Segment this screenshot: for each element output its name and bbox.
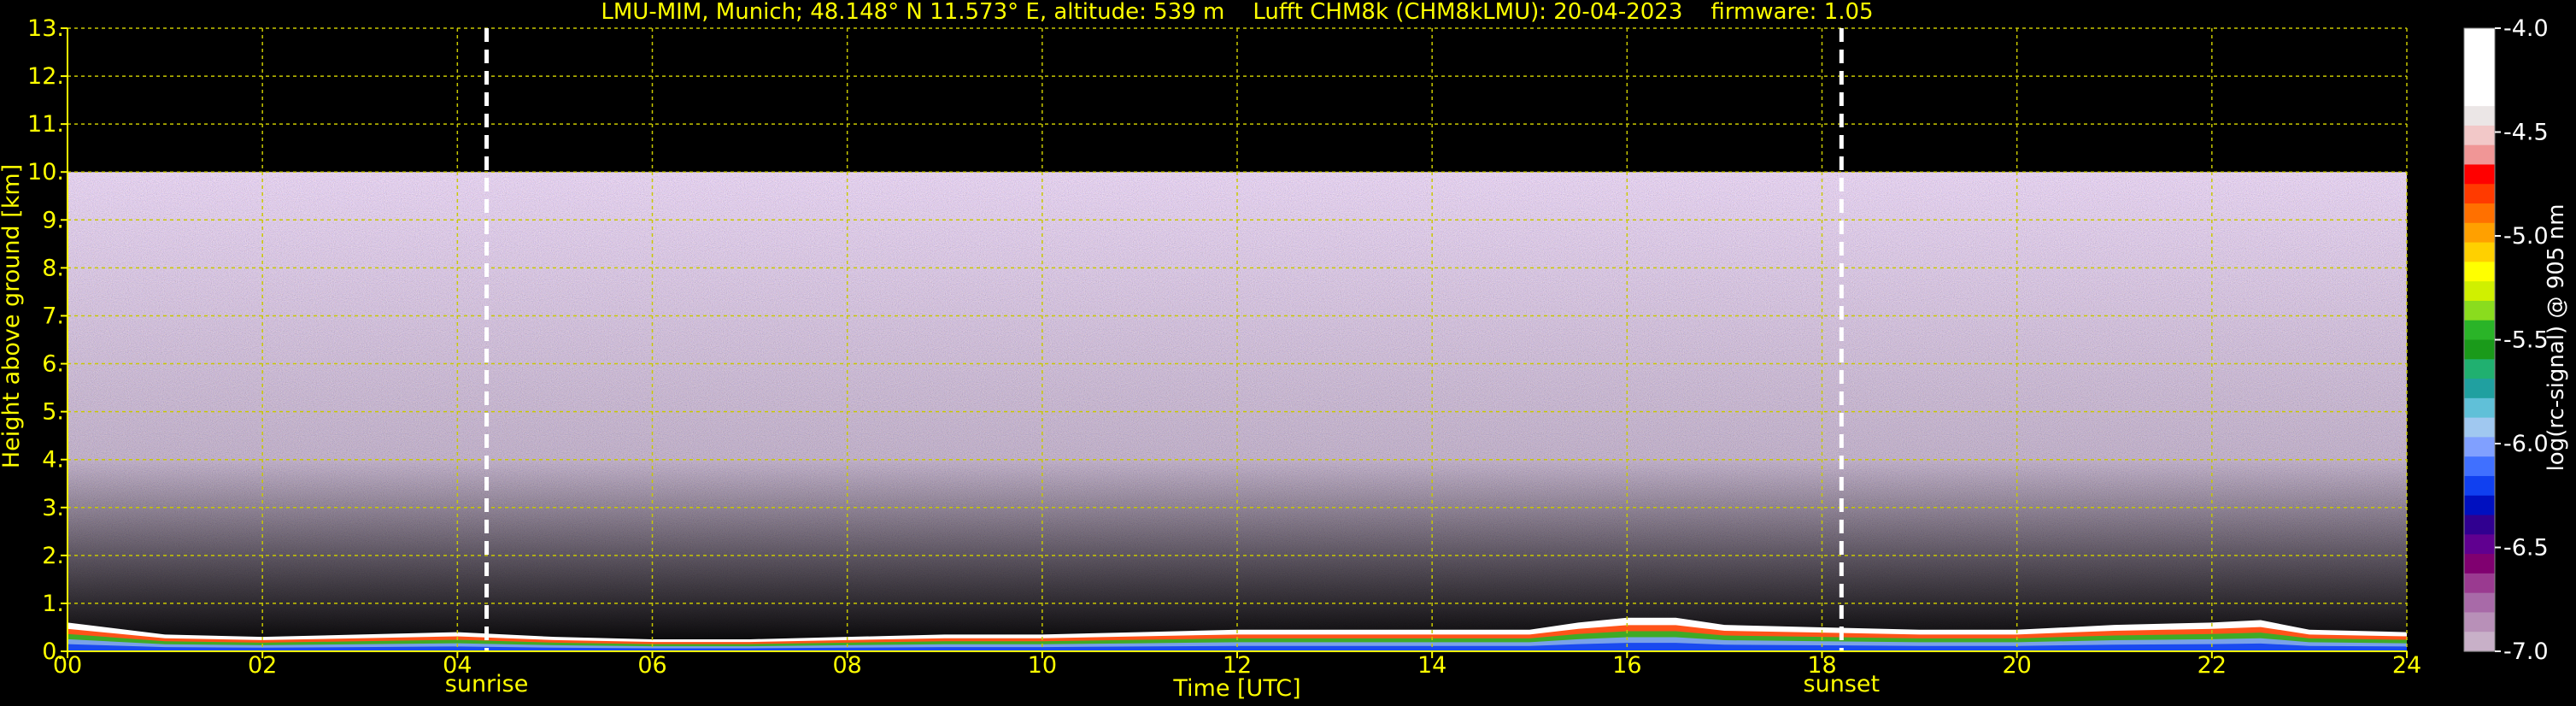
x-tick-label-12: 24 bbox=[2392, 652, 2421, 679]
colorbar-swatch-14 bbox=[2464, 300, 2495, 321]
y-tick-label-3: 3. bbox=[42, 495, 64, 521]
colorbar-tick-label-4: -6.0 bbox=[2503, 431, 2549, 457]
colorbar-swatch-6 bbox=[2464, 144, 2495, 166]
colorbar-swatch-3 bbox=[2464, 86, 2495, 107]
x-tick-label-3: 06 bbox=[637, 652, 666, 679]
colorbar-swatch-25 bbox=[2464, 515, 2495, 535]
colorbar-swatch-8 bbox=[2464, 184, 2495, 204]
colorbar-swatch-29 bbox=[2464, 592, 2495, 614]
x-tick-label-7: 14 bbox=[1417, 652, 1446, 679]
colorbar-swatch-18 bbox=[2464, 379, 2495, 399]
x-tick-label-10: 20 bbox=[2002, 652, 2031, 679]
y-tick-label-13: 13. bbox=[27, 15, 64, 42]
colorbar-swatch-23 bbox=[2464, 475, 2495, 497]
x-tick-label-4: 08 bbox=[832, 652, 861, 679]
colorbar-tick-label-2: -5.0 bbox=[2503, 223, 2549, 250]
colorbar-swatch-2 bbox=[2464, 67, 2495, 87]
ceilometer-chart: sunrise sunset 00 02 04 06 08 10 12 14 16 18 20 22 24… bbox=[0, 0, 2576, 706]
colorbar-tick-label-6: -7.0 bbox=[2503, 638, 2549, 665]
colorbar-swatch-17 bbox=[2464, 359, 2495, 379]
y-tick-label-6: 6. bbox=[42, 351, 64, 378]
colorbar-swatch-21 bbox=[2464, 437, 2495, 457]
x-tick-label-9: 18 bbox=[1807, 652, 1836, 679]
colorbar-swatch-16 bbox=[2464, 339, 2495, 360]
colorbar-swatch-31 bbox=[2464, 632, 2495, 652]
colorbar-tick-label-1: -4.5 bbox=[2503, 120, 2549, 146]
colorbar-swatch-30 bbox=[2464, 612, 2495, 632]
colorbar-swatch-13 bbox=[2464, 281, 2495, 302]
y-tick-label-11: 11. bbox=[27, 111, 64, 138]
colorbar-swatch-24 bbox=[2464, 495, 2495, 516]
y-tick-label-12: 12. bbox=[27, 63, 64, 90]
colorbar-swatch-4 bbox=[2464, 106, 2495, 126]
y-tick-label-5: 5. bbox=[42, 399, 64, 426]
colorbar-tick-label-0: -4.0 bbox=[2503, 15, 2549, 42]
y-tick-label-8: 8. bbox=[42, 255, 64, 281]
chart-title: LMU-MIM, Munich; 48.148° N 11.573° E, al… bbox=[601, 0, 1873, 25]
colorbar-swatch-26 bbox=[2464, 534, 2495, 555]
y-axis-label: Height above ground [km] bbox=[0, 164, 25, 468]
x-tick-label-1: 02 bbox=[248, 652, 277, 679]
x-tick-label-8: 16 bbox=[1612, 652, 1641, 679]
y-tick-label-1: 1. bbox=[42, 591, 64, 617]
colorbar-swatch-27 bbox=[2464, 554, 2495, 574]
colorbar-swatch-10 bbox=[2464, 222, 2495, 244]
colorbar-swatch-1 bbox=[2464, 47, 2495, 68]
y-tick-label-2: 2. bbox=[42, 543, 64, 569]
x-tick-label-11: 22 bbox=[2198, 652, 2227, 679]
y-tick-label-10: 10. bbox=[27, 159, 64, 185]
colorbar-swatch-9 bbox=[2464, 203, 2495, 224]
colorbar-tick-label-3: -5.5 bbox=[2503, 327, 2549, 354]
colorbar-swatch-22 bbox=[2464, 456, 2495, 477]
y-tick-label-7: 7. bbox=[42, 303, 64, 329]
colorbar-swatch-7 bbox=[2464, 164, 2495, 185]
colorbar-swatch-20 bbox=[2464, 417, 2495, 438]
colorbar-tick-label-5: -6.5 bbox=[2503, 535, 2549, 562]
colorbar-swatch-19 bbox=[2464, 397, 2495, 419]
colorbar-swatch-11 bbox=[2464, 242, 2495, 262]
colorbar-swatch-28 bbox=[2464, 573, 2495, 594]
colorbar-swatch-12 bbox=[2464, 262, 2495, 282]
colorbar-swatch-0 bbox=[2464, 28, 2495, 49]
y-tick-label-9: 9. bbox=[42, 207, 64, 233]
y-tick-label-0: 0. bbox=[42, 638, 64, 665]
colorbar-swatch-15 bbox=[2464, 320, 2495, 341]
colorbar-label: log(rc-signal) @ 905 nm bbox=[2544, 204, 2569, 472]
x-tick-label-5: 10 bbox=[1028, 652, 1057, 679]
x-tick-label-2: 04 bbox=[443, 652, 472, 679]
colorbar-swatch-5 bbox=[2464, 125, 2495, 146]
y-tick-label-4: 4. bbox=[42, 447, 64, 474]
x-axis-label: Time [UTC] bbox=[1172, 675, 1300, 702]
